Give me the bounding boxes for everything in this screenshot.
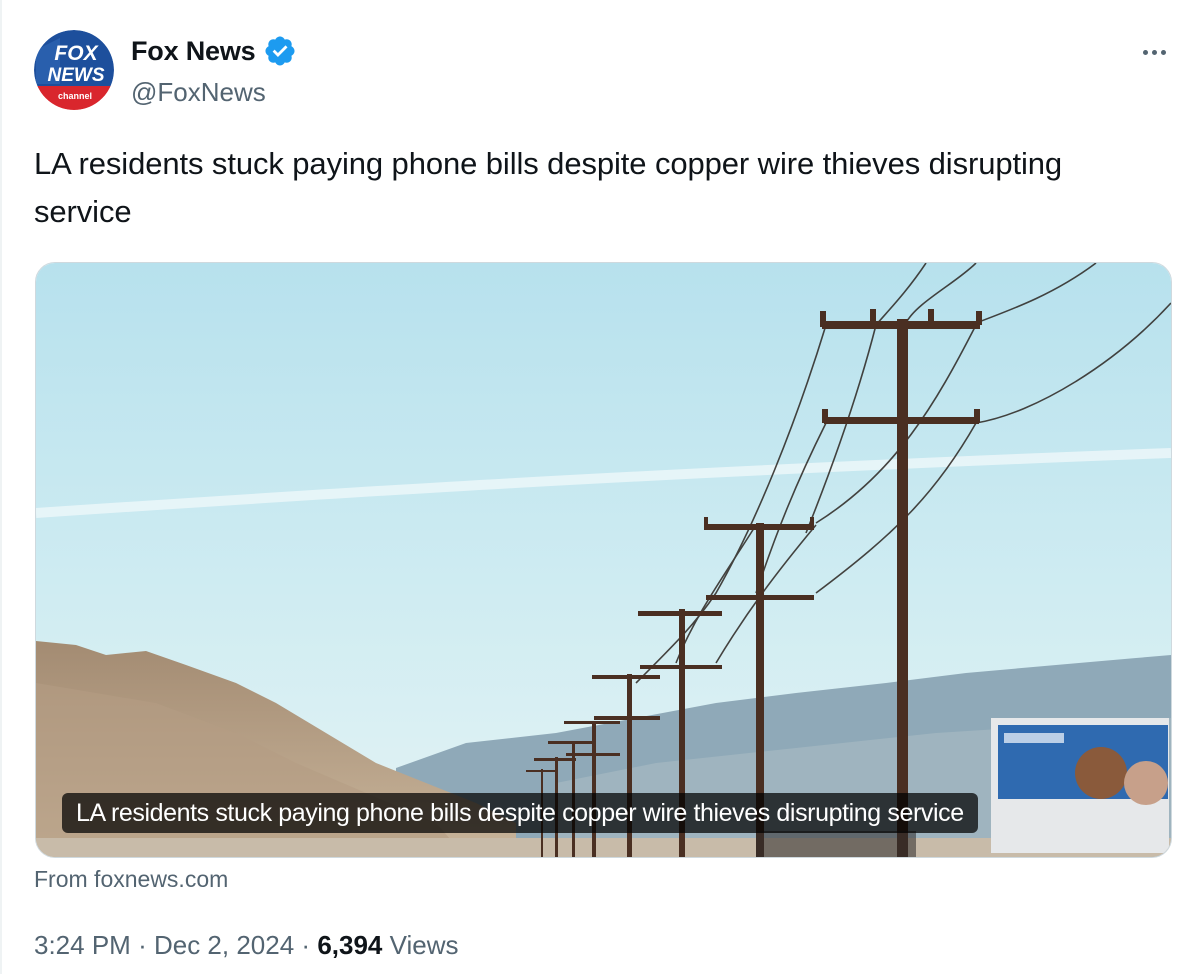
power-lines-photo [36, 263, 1171, 857]
avatar[interactable]: FOX NEWS channel [34, 30, 114, 110]
left-border [0, 0, 2, 974]
author-handle[interactable]: @FoxNews [131, 77, 266, 108]
author-display-name[interactable]: Fox News [131, 36, 256, 67]
link-card-image[interactable]: LA residents stuck paying phone bills de… [35, 262, 1172, 858]
logo-text-fox: FOX [54, 42, 99, 65]
media-caption: LA residents stuck paying phone bills de… [62, 793, 978, 833]
tweet-meta: 3:24 PM · Dec 2, 2024 · 6,394 Views [34, 930, 459, 961]
more-options-icon[interactable] [1134, 40, 1174, 64]
views-label: Views [389, 930, 459, 960]
source-link[interactable]: From foxnews.com [34, 866, 228, 893]
logo-text-channel: channel [58, 91, 92, 101]
tweet-date[interactable]: Dec 2, 2024 [154, 930, 294, 960]
tweet-text: LA residents stuck paying phone bills de… [34, 146, 1063, 229]
logo-text-news: NEWS [48, 65, 105, 86]
fox-news-logo: FOX NEWS channel [34, 30, 114, 110]
tweet-header: FOX NEWS channel Fox News @FoxNews [34, 30, 1174, 114]
views-count: 6,394 [317, 930, 383, 960]
author-name-row: Fox News [131, 34, 297, 68]
meta-separator: · [301, 930, 311, 960]
tweet-time[interactable]: 3:24 PM [34, 930, 131, 960]
meta-separator: · [138, 930, 147, 960]
verified-badge-icon[interactable] [263, 34, 297, 68]
